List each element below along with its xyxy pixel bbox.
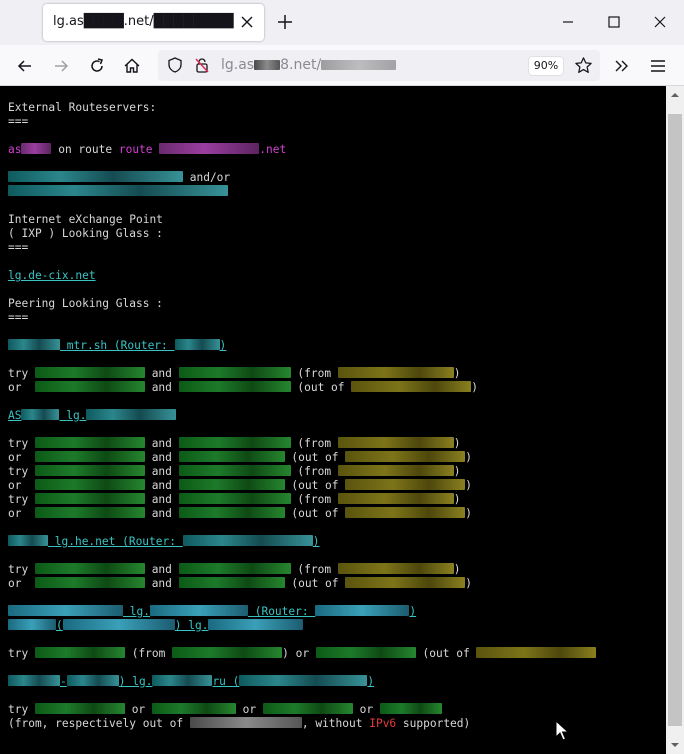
or-line: or and (out of ): [8, 381, 479, 394]
try-line: try and (from ): [8, 465, 461, 478]
forward-icon[interactable]: [51, 56, 71, 76]
home-icon[interactable]: [122, 56, 142, 76]
plus-icon[interactable]: [276, 13, 294, 31]
try-line: try and (from ): [8, 437, 461, 450]
separator: ===: [8, 115, 29, 128]
minimize-icon[interactable]: [558, 12, 578, 32]
ru-lg-link[interactable]: -) lg. ru (): [8, 675, 374, 688]
try-line: try and (from ): [8, 367, 461, 380]
mtr-link[interactable]: mtr.sh (Router: ): [8, 339, 226, 352]
separator: ===: [8, 241, 29, 254]
maximize-icon[interactable]: [604, 12, 624, 32]
final-line: (from, respectively out of , without IPv…: [8, 717, 471, 730]
tab-bar: lg.as████.net/████████: [0, 0, 684, 45]
nav-bar: lg.as 8.net/ 90%: [0, 45, 684, 86]
external-heading: External Routeservers:: [8, 101, 157, 114]
ixp-heading-2: ( IXP ) Looking Glass :: [8, 227, 163, 240]
routeserver-line: as on route route .net: [8, 143, 287, 156]
reload-icon[interactable]: [87, 56, 107, 76]
cursor-icon: [555, 720, 569, 741]
ixp-heading: Internet eXchange Point: [8, 213, 163, 226]
scroll-down-icon[interactable]: [670, 740, 680, 750]
shield-icon[interactable]: [166, 56, 184, 74]
lock-icon[interactable]: [193, 56, 211, 74]
menu-icon[interactable]: [648, 56, 668, 76]
routeserver-detail-2: [8, 185, 228, 199]
scroll-up-icon[interactable]: [670, 90, 680, 100]
url-text[interactable]: lg.as 8.net/: [221, 57, 397, 73]
peering-heading: Peering Looking Glass :: [8, 297, 163, 310]
page-content: External Routeservers: === as on route r…: [0, 86, 666, 754]
try-line: try (from ) or (out of: [8, 647, 597, 661]
or-line: or and (out of ): [8, 507, 473, 520]
decix-link[interactable]: lg.de-cix.net: [8, 269, 96, 282]
separator: ===: [8, 311, 29, 324]
or-line: or and (out of ): [8, 479, 473, 492]
overflow-icon[interactable]: [612, 56, 632, 76]
lg-link-2[interactable]: () lg.: [8, 619, 304, 632]
try-line: try and (from ): [8, 493, 461, 506]
or-line: or and (out of ): [8, 577, 473, 590]
route-label: route: [118, 143, 153, 156]
star-icon[interactable]: [574, 56, 593, 75]
back-icon[interactable]: [15, 56, 35, 76]
try-line: try and (from ): [8, 563, 461, 576]
routeserver-detail-1: and/or: [8, 171, 230, 185]
as-lg-link[interactable]: AS lg.: [8, 409, 177, 422]
he-lg-link[interactable]: lg.he.net (Router: ): [8, 535, 319, 548]
tab-active[interactable]: lg.as████.net/████████: [43, 4, 264, 41]
scroll-thumb[interactable]: [668, 114, 682, 726]
url-bar[interactable]: lg.as 8.net/ 90%: [158, 50, 600, 81]
close-icon[interactable]: [650, 12, 670, 32]
scrollbar[interactable]: [666, 86, 684, 754]
lg-router-link[interactable]: lg. (Router: ): [8, 605, 416, 618]
tab-title: lg.as████.net/████████: [53, 14, 234, 29]
try-line: try or or or: [8, 703, 442, 717]
zoom-level[interactable]: 90%: [529, 57, 563, 75]
close-icon[interactable]: [238, 13, 256, 31]
or-line: or and (out of ): [8, 451, 473, 464]
